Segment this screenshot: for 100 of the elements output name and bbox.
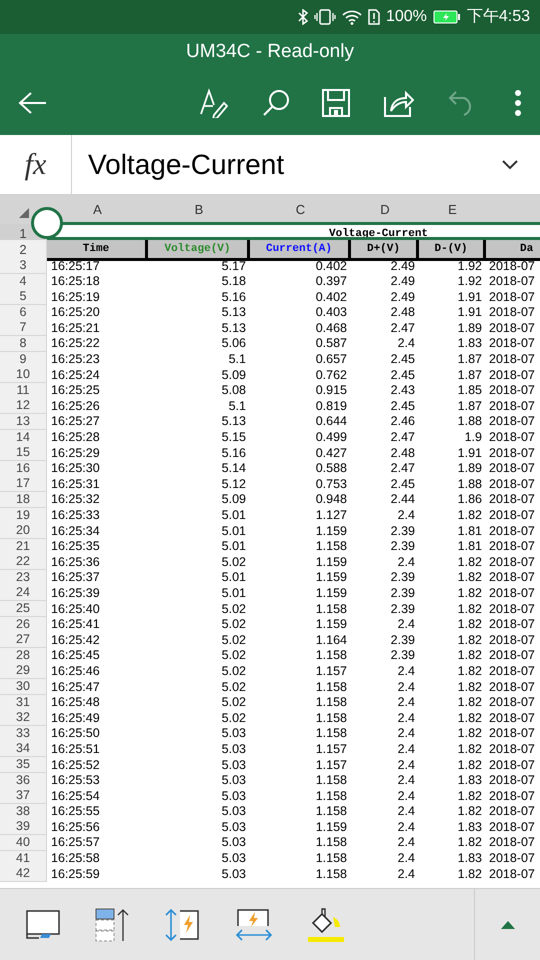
table-cell: 16:25:47 [51, 680, 100, 695]
alert-icon [368, 9, 380, 25]
column-header[interactable]: D [380, 200, 390, 220]
table-cell: 16:25:56 [51, 820, 100, 835]
table-cell: 1.159 [316, 554, 347, 570]
insert-row-icon[interactable] [95, 908, 129, 942]
table-cell: 1.82 [458, 804, 482, 820]
table-cell: 1.82 [458, 586, 482, 601]
table-cell: 16:25:45 [51, 648, 100, 664]
more-icon[interactable] [514, 90, 522, 116]
table-cell: 2.4 [398, 726, 415, 742]
share-icon[interactable] [384, 88, 414, 116]
row-height-icon[interactable] [164, 908, 200, 942]
table-cell: 1.82 [458, 866, 482, 882]
table-cell: 2.4 [398, 788, 415, 804]
table-cell: 16:25:18 [51, 274, 100, 290]
chevron-down-icon[interactable] [502, 160, 518, 170]
column-heading: Current(A) [266, 242, 332, 255]
sheet-title: Voltage-Current [329, 228, 428, 240]
table-cell: 1.83 [458, 773, 482, 788]
back-arrow-icon[interactable] [18, 90, 48, 114]
freeze-pane-icon[interactable] [26, 910, 60, 940]
row-number[interactable]: 8 [20, 336, 26, 351]
table-cell: 0.468 [316, 320, 347, 336]
window-title: UM34C - Read-only [186, 40, 354, 64]
table-cell: 2018-07 [489, 368, 535, 383]
table-cell: 16:25:32 [51, 492, 100, 508]
table-cell: 16:25:51 [51, 742, 100, 757]
table-cell: 0.587 [316, 336, 347, 352]
table-cell: 0.402 [316, 258, 347, 274]
table-cell: 16:25:27 [51, 414, 100, 430]
table-cell: 1.89 [458, 461, 482, 476]
table-cell: 2018-07 [489, 866, 535, 882]
table-cell: 2.45 [390, 476, 415, 492]
table-cell: 2.4 [398, 835, 415, 850]
expand-up-icon[interactable] [500, 920, 514, 928]
save-icon[interactable] [322, 88, 350, 116]
table-cell: 2.39 [390, 648, 415, 664]
table-cell: 2018-07 [489, 664, 535, 679]
row-number[interactable]: 4 [20, 274, 26, 289]
table-cell: 1.82 [458, 788, 482, 804]
column-width-icon[interactable] [235, 908, 273, 942]
table-cell: 2.4 [398, 695, 415, 710]
table-cell: 16:25:42 [51, 632, 100, 648]
column-header[interactable]: E [448, 200, 457, 220]
row-number[interactable]: 3 [20, 258, 26, 273]
row-number[interactable]: 9 [20, 352, 26, 367]
formula-bar[interactable]: fx Voltage-Current [0, 135, 540, 195]
table-cell: 16:25:29 [51, 446, 100, 461]
table-cell: 2.4 [398, 508, 415, 523]
search-icon[interactable] [262, 88, 290, 116]
table-cell: 5.17 [222, 258, 246, 274]
table-cell: 16:25:39 [51, 586, 100, 601]
table-cell: 16:25:59 [51, 866, 100, 882]
table-cell: 16:25:30 [51, 461, 100, 476]
table-cell: 16:25:25 [51, 383, 100, 398]
table-cell: 16:25:24 [51, 368, 100, 383]
table-cell: 2018-07 [489, 274, 535, 290]
table-cell: 2.4 [398, 680, 415, 695]
fill-color-icon[interactable] [308, 908, 344, 942]
table-cell: 2.45 [390, 352, 415, 368]
table-cell: 2018-07 [489, 570, 535, 586]
column-header[interactable]: B [194, 200, 204, 220]
table-cell: 0.644 [316, 414, 347, 430]
row-number[interactable]: 6 [20, 304, 26, 320]
wifi-icon [342, 9, 362, 25]
table-cell: 5.18 [222, 274, 246, 290]
table-cell: 2018-07 [489, 398, 535, 414]
table-cell: 2.49 [390, 274, 415, 290]
table-cell: 5.03 [222, 804, 246, 820]
table-cell: 1.82 [458, 632, 482, 648]
table-cell: 5.02 [222, 554, 246, 570]
table-cell: 2.48 [390, 446, 415, 461]
table-cell: 2018-07 [489, 430, 535, 446]
table-cell: 1.158 [316, 680, 347, 695]
table-cell: 5.02 [222, 680, 246, 695]
table-cell: 16:25:55 [51, 804, 100, 820]
table-cell: 2018-07 [489, 851, 535, 866]
table-cell: 5.01 [222, 539, 246, 554]
table-cell: 1.86 [458, 492, 482, 508]
text-pen-icon[interactable] [198, 88, 228, 118]
table-cell: 2.4 [398, 617, 415, 632]
column-header[interactable]: A [93, 200, 102, 220]
table-cell: 2018-07 [489, 414, 535, 430]
row-number[interactable]: 5 [20, 289, 26, 304]
table-cell: 2.49 [390, 290, 415, 305]
table-cell: 2018-07 [489, 726, 535, 742]
select-all-icon[interactable] [18, 208, 28, 218]
table-cell: 1.88 [458, 476, 482, 492]
row-number[interactable]: 7 [20, 320, 26, 336]
table-cell: 1.82 [458, 758, 482, 772]
table-cell: 0.499 [316, 430, 347, 446]
table-cell: 1.82 [458, 664, 482, 679]
table-cell: 1.158 [316, 866, 347, 882]
table-cell: 2.39 [390, 586, 415, 601]
column-header[interactable]: C [296, 200, 306, 220]
table-cell: 2018-07 [489, 539, 535, 554]
table-cell: 2.4 [398, 758, 415, 772]
table-cell: 1.159 [316, 820, 347, 835]
table-cell: 2.43 [390, 383, 415, 398]
